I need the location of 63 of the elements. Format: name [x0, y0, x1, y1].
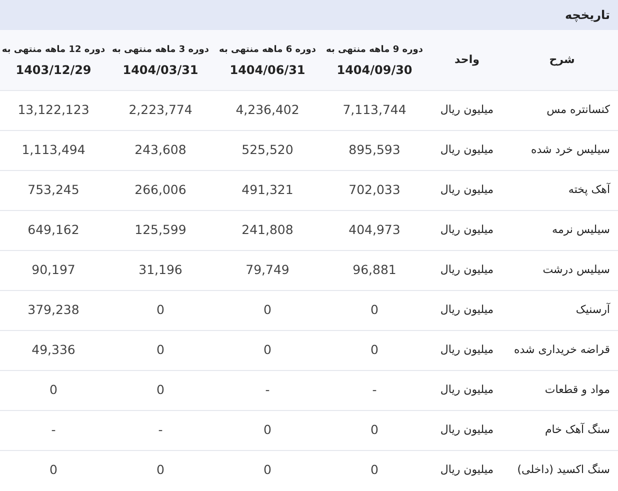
- table-cell: 379,238: [0, 290, 107, 330]
- table-cell: میلیون ریال: [428, 330, 506, 370]
- table-cell: 125,599: [107, 210, 214, 250]
- table-cell: -: [214, 370, 321, 410]
- table-cell: آهک پخته: [506, 170, 618, 210]
- table-cell: 0: [321, 330, 428, 370]
- table-cell: 7,113,744: [321, 90, 428, 130]
- table-cell: میلیون ریال: [428, 90, 506, 130]
- table-cell: 0: [214, 410, 321, 450]
- table-cell: میلیون ریال: [428, 410, 506, 450]
- table-cell: 0: [0, 450, 107, 490]
- table-cell: 649,162: [0, 210, 107, 250]
- table-cell: سیلیس درشت: [506, 250, 618, 290]
- table-cell: میلیون ریال: [428, 370, 506, 410]
- table-cell: 895,593: [321, 130, 428, 170]
- table-cell: میلیون ریال: [428, 210, 506, 250]
- table-cell: -: [321, 370, 428, 410]
- table-cell: میلیون ریال: [428, 170, 506, 210]
- table-cell: 0: [214, 290, 321, 330]
- table-cell: میلیون ریال: [428, 250, 506, 290]
- table-cell: 90,197: [0, 250, 107, 290]
- table-cell: 0: [321, 450, 428, 490]
- table-cell: 0: [214, 450, 321, 490]
- table-cell: 243,608: [107, 130, 214, 170]
- table-cell: سیلیس نرمه: [506, 210, 618, 250]
- table-cell: 4,236,402: [214, 90, 321, 130]
- table-cell: میلیون ریال: [428, 290, 506, 330]
- table-cell: 491,321: [214, 170, 321, 210]
- table-cell: 0: [107, 450, 214, 490]
- table-cell: 96,881: [321, 250, 428, 290]
- table-cell: 266,006: [107, 170, 214, 210]
- table-cell: کنسانتره مس: [506, 90, 618, 130]
- table-cell: 31,196: [107, 250, 214, 290]
- table-cell: 0: [107, 290, 214, 330]
- table-cell: 404,973: [321, 210, 428, 250]
- column-header: شرح: [506, 30, 618, 90]
- table-cell: سنگ آهک خام: [506, 410, 618, 450]
- table-cell: 0: [321, 410, 428, 450]
- table-cell: 0: [107, 370, 214, 410]
- table-cell: سنگ اکسید (داخلی): [506, 450, 618, 490]
- table-cell: -: [0, 410, 107, 450]
- table-cell: 0: [0, 370, 107, 410]
- table-cell: 13,122,123: [0, 90, 107, 130]
- table-cell: 2,223,774: [107, 90, 214, 130]
- column-header: واحد: [428, 30, 506, 90]
- table-cell: میلیون ریال: [428, 130, 506, 170]
- table-cell: سیلیس خرد شده: [506, 130, 618, 170]
- table-cell: 0: [107, 330, 214, 370]
- panel-title: تاریخچه: [565, 7, 610, 24]
- table-cell: قراضه خریداری شده: [506, 330, 618, 370]
- table-cell: 0: [321, 290, 428, 330]
- table-cell: 241,808: [214, 210, 321, 250]
- table-cell: 753,245: [0, 170, 107, 210]
- table-cell: 702,033: [321, 170, 428, 210]
- table-cell: 1,113,494: [0, 130, 107, 170]
- table-cell: 79,749: [214, 250, 321, 290]
- table-cell: مواد و قطعات: [506, 370, 618, 410]
- table-cell: 49,336: [0, 330, 107, 370]
- table-cell: میلیون ریال: [428, 450, 506, 490]
- table-cell: -: [107, 410, 214, 450]
- table-cell: 0: [214, 330, 321, 370]
- table-cell: آرسنیک: [506, 290, 618, 330]
- table-cell: 525,520: [214, 130, 321, 170]
